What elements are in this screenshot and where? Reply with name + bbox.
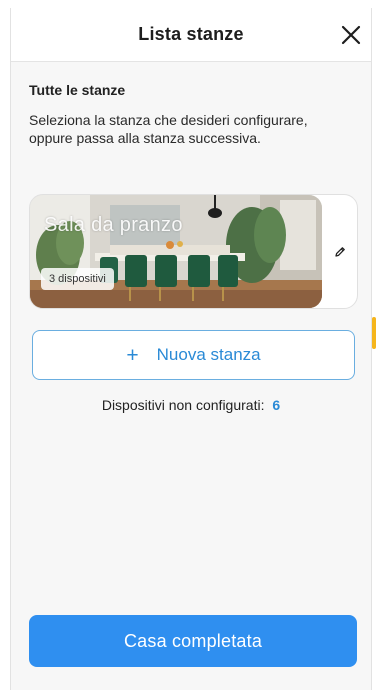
new-room-button[interactable]: + Nuova stanza [32,330,355,380]
complete-house-button[interactable]: Casa completata [29,615,357,667]
unconfigured-devices: Dispositivi non configurati: 6 [11,397,371,413]
close-button[interactable] [337,21,365,49]
device-count-badge: 3 dispositivi [41,268,114,290]
section-title: Tutte le stanze [29,82,126,98]
unconfigured-count[interactable]: 6 [272,397,280,413]
new-room-label: Nuova stanza [156,345,261,364]
page-title: Lista stanze [138,24,244,44]
header: Lista stanze [11,8,371,62]
room-name: Sala da pranzo [44,214,183,236]
app-frame: Lista stanze Tutte le stanze Seleziona l… [10,8,376,690]
room-card[interactable]: Sala da pranzo 3 dispositivi [29,194,358,309]
scroll-indicator[interactable] [372,317,376,349]
room-image: Sala da pranzo 3 dispositivi [30,195,322,308]
unconfigured-label: Dispositivi non configurati: [101,397,265,413]
pencil-icon [335,247,345,257]
plus-icon: + [126,343,139,367]
edit-room-button[interactable] [331,243,349,261]
close-icon [341,25,361,45]
section-description: Seleziona la stanza che desideri configu… [29,112,308,146]
